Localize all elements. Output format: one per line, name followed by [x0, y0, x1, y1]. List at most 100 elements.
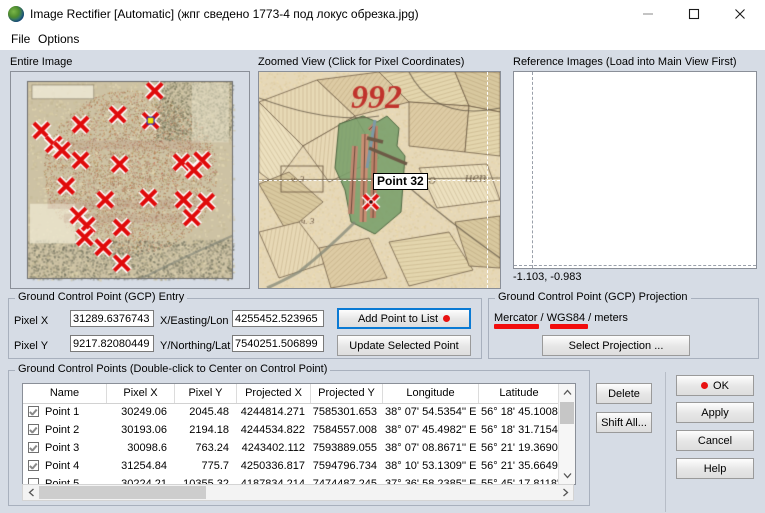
maximize-icon [688, 8, 700, 20]
cell-lon: 38° 10' 53.1309'' E [385, 460, 477, 472]
client-area: Entire Image Zoomed View (Click for Pixe… [0, 50, 765, 513]
scroll-thumb-vertical[interactable] [560, 402, 574, 424]
column-header-projected-x[interactable]: Projected X [237, 384, 311, 403]
cell-lon: 38° 07' 45.4982'' E [385, 424, 477, 436]
delete-button[interactable]: Delete [596, 383, 652, 404]
highlight-underline-projection [494, 324, 539, 329]
cell-pixel-y: 775.7 [201, 460, 229, 472]
reference-crosshair-horizontal [514, 265, 756, 266]
projection-description: Mercator / WGS84 / meters [494, 312, 628, 324]
scroll-down-button[interactable] [559, 467, 575, 484]
pixel-x-input[interactable]: 31289.6376743 [70, 310, 154, 327]
help-button[interactable]: Help [676, 458, 754, 479]
menu-item-options[interactable]: Options [32, 31, 85, 47]
select-projection-button[interactable]: Select Projection ... [542, 335, 690, 356]
chevron-right-icon [562, 488, 568, 497]
gcp-table[interactable]: Name Pixel X Pixel Y Projected X Project… [22, 383, 576, 485]
record-dot-icon-ok [701, 382, 709, 389]
easting-input[interactable]: 4255452.523965 [232, 310, 324, 327]
column-header-pixel-x[interactable]: Pixel X [107, 384, 175, 403]
close-button[interactable] [717, 0, 763, 28]
cell-proj-x: 4250336.817 [240, 460, 305, 472]
cell-proj-x: 4243402.112 [241, 442, 305, 454]
table-vertical-scrollbar[interactable] [558, 384, 575, 484]
projection-datum: WGS84 [546, 312, 586, 324]
window-title: Image Rectifier [Automatic] (жпг сведено… [30, 7, 419, 21]
cell-name: Point 1 [45, 406, 80, 418]
minimize-icon [643, 13, 653, 15]
scroll-up-button[interactable] [559, 384, 575, 401]
northing-input[interactable]: 7540251.506899 [232, 335, 324, 352]
reference-coordinate-readout: -1.103, -0.983 [513, 271, 582, 283]
close-icon [735, 9, 745, 19]
cell-pixel-y: 2045.48 [189, 406, 229, 418]
column-header-projected-y[interactable]: Projected Y [311, 384, 383, 403]
ok-button[interactable]: OK [676, 375, 754, 396]
cancel-label: Cancel [697, 434, 733, 447]
entire-image-label: Entire Image [10, 56, 73, 68]
update-selected-point-label: Update Selected Point [349, 339, 459, 352]
ok-label: OK [713, 379, 729, 392]
table-horizontal-scrollbar[interactable] [22, 484, 574, 501]
scroll-left-button[interactable] [23, 485, 39, 500]
title-bar: Image Rectifier [Automatic] (жпг сведено… [0, 0, 765, 29]
projection-sep-2: / [585, 312, 595, 324]
cell-pixel-x: 30249.06 [121, 406, 167, 418]
pixel-y-label: Pixel Y [14, 340, 49, 352]
cell-proj-y: 7594796.734 [312, 460, 377, 472]
maximize-button[interactable] [671, 0, 717, 28]
cell-proj-x: 4244814.271 [240, 406, 305, 418]
cell-lon: 38° 07' 54.5354'' E [385, 406, 477, 418]
cell-proj-y: 7593889.055 [312, 442, 377, 454]
shift-all-button[interactable]: Shift All... [596, 412, 652, 433]
cell-name: Point 4 [45, 460, 80, 472]
cancel-button[interactable]: Cancel [676, 430, 754, 451]
scroll-right-button[interactable] [557, 485, 573, 500]
cell-lat: 56° 18' 45.1008'' N [481, 406, 563, 418]
button-panel-divider [665, 372, 666, 512]
entire-image-view[interactable] [10, 71, 250, 289]
column-header-name[interactable]: Name [23, 384, 107, 403]
table-row[interactable]: Point 1 30249.06 2045.48 4244814.271 7585301… [23, 403, 563, 421]
scroll-thumb-horizontal[interactable] [39, 486, 206, 499]
table-row[interactable]: Point 4 31254.84 775.7 4250336.817 7594796.7… [23, 457, 563, 475]
reference-images-label: Reference Images (Load into Main View Fi… [513, 56, 737, 68]
cell-name: Point 2 [45, 424, 80, 436]
gcp-table-header: Name Pixel X Pixel Y Projected X Project… [23, 384, 559, 404]
column-header-latitude[interactable]: Latitude [479, 384, 559, 403]
cell-lon: 38° 07' 08.8671'' E [385, 442, 477, 454]
zoomed-view-label: Zoomed View (Click for Pixel Coordinates… [258, 56, 465, 68]
reference-crosshair-vertical [532, 72, 533, 268]
gcp-projection-legend: Ground Control Point (GCP) Projection [495, 291, 691, 303]
table-row[interactable]: Point 3 30098.6 763.24 4243402.112 7593889.0… [23, 439, 563, 457]
apply-button[interactable]: Apply [676, 402, 754, 423]
cell-proj-y: 7585301.653 [312, 406, 377, 418]
chevron-left-icon [28, 488, 34, 497]
cell-pixel-x: 31254.84 [121, 460, 167, 472]
update-selected-point-button[interactable]: Update Selected Point [337, 335, 471, 356]
zoomed-image-view[interactable]: Point 32 [258, 71, 501, 289]
column-header-pixel-y[interactable]: Pixel Y [175, 384, 237, 403]
column-header-longitude[interactable]: Longitude [383, 384, 479, 403]
cell-name: Point 3 [45, 442, 80, 454]
cell-pixel-x: 30193.06 [121, 424, 167, 436]
pixel-y-input[interactable]: 9217.82080449 [70, 335, 154, 352]
minimize-button[interactable] [625, 0, 671, 28]
cell-proj-x: 4244534.822 [240, 424, 305, 436]
zoom-point-label: Point 32 [373, 173, 428, 190]
cell-proj-y: 7584557.008 [312, 424, 377, 436]
reference-image-view[interactable] [513, 71, 757, 269]
cell-lat: 56° 18' 31.7154'' N [481, 424, 563, 436]
add-point-to-list-button[interactable]: Add Point to List [337, 308, 471, 329]
globe-icon [8, 6, 24, 22]
delete-label: Delete [608, 387, 640, 400]
zoom-crosshair-vertical [487, 72, 488, 288]
chevron-down-icon [563, 473, 571, 479]
entire-image-canvas[interactable] [11, 72, 249, 288]
table-row[interactable]: Point 2 30193.06 2194.18 4244534.822 7584557… [23, 421, 563, 439]
cell-pixel-y: 763.24 [195, 442, 229, 454]
apply-label: Apply [701, 406, 729, 419]
projection-name: Mercator [494, 312, 538, 324]
cell-lat: 56° 21' 19.3690'' N [481, 442, 563, 454]
pixel-x-label: Pixel X [14, 315, 49, 327]
